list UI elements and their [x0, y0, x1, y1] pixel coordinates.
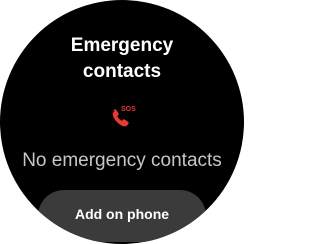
- add-on-phone-button[interactable]: Add on phone: [38, 190, 206, 242]
- watch-screen: Emergency contacts SOS No emergency cont…: [0, 0, 244, 244]
- page-title-line-2: contacts: [82, 61, 162, 82]
- page-title-line-1: Emergency: [70, 35, 174, 56]
- empty-state-message: No emergency contacts: [22, 150, 222, 171]
- page-title: Emergency contacts: [0, 33, 244, 85]
- sos-badge: SOS: [121, 106, 136, 113]
- sos-phone-icon: SOS: [112, 106, 136, 127]
